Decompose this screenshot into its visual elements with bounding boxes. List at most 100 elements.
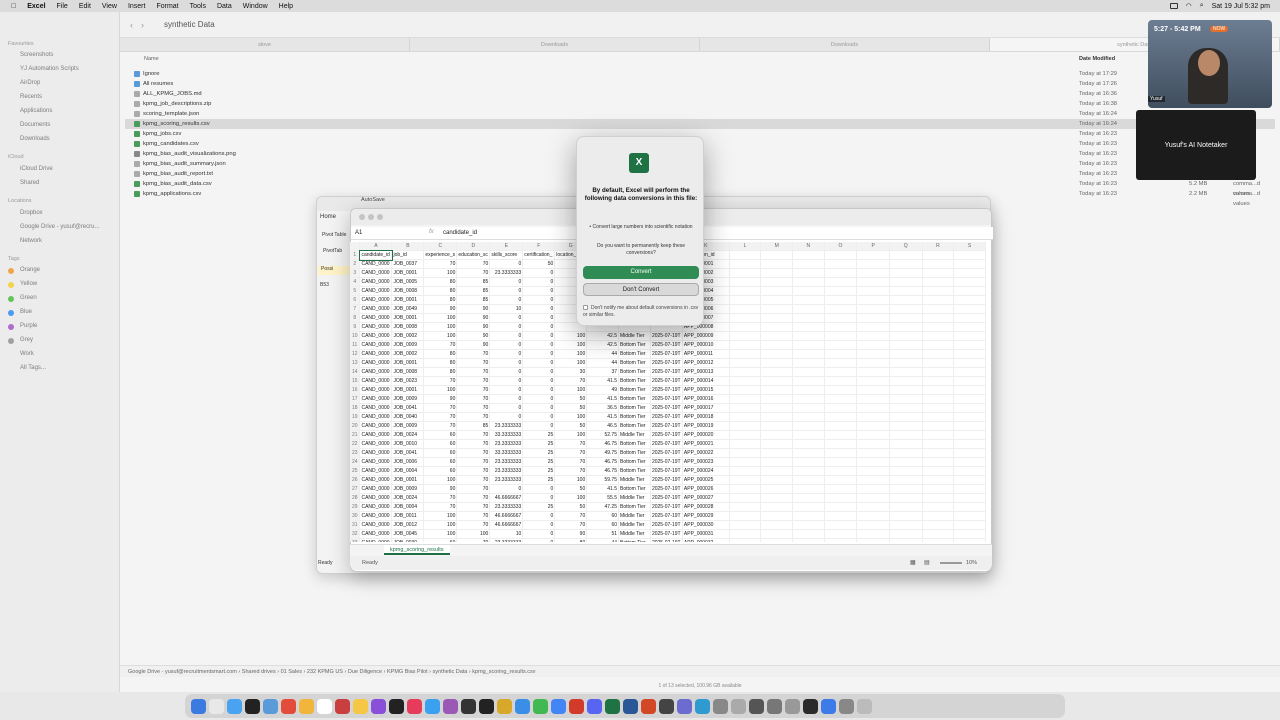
grid-cell[interactable] bbox=[922, 529, 955, 539]
dock-app-icon[interactable] bbox=[533, 698, 548, 714]
grid-cell[interactable] bbox=[856, 448, 890, 458]
dock-app-icon[interactable] bbox=[317, 698, 332, 714]
grid-cell[interactable]: 70 bbox=[456, 502, 491, 512]
column-letter[interactable]: S bbox=[953, 242, 986, 251]
grid-cell[interactable] bbox=[729, 394, 762, 404]
grid-cell[interactable] bbox=[824, 457, 858, 467]
wifi-icon[interactable]: ◠ bbox=[1186, 2, 1192, 10]
grid-cell[interactable] bbox=[760, 376, 794, 386]
grid-cell[interactable]: 70 bbox=[456, 493, 491, 503]
row-number[interactable]: 7 bbox=[350, 304, 361, 314]
grid-cell[interactable] bbox=[792, 295, 825, 305]
grid-cell[interactable] bbox=[760, 259, 794, 269]
grid-cell[interactable] bbox=[824, 484, 858, 494]
grid-cell[interactable]: JOB_0037 bbox=[391, 259, 425, 269]
grid-cell[interactable] bbox=[792, 466, 825, 476]
file-row[interactable]: All resumes Today at 17:26 bbox=[125, 79, 1275, 89]
sidebar-item-network[interactable]: Network bbox=[20, 238, 42, 244]
grid-cell[interactable]: 70 bbox=[456, 349, 491, 359]
grid-cell[interactable]: 90 bbox=[456, 313, 491, 323]
grid-cell[interactable]: Bottom Tier bbox=[618, 358, 651, 368]
grid-cell[interactable] bbox=[953, 538, 986, 542]
grid-cell[interactable]: CAND_0000 bbox=[359, 304, 393, 314]
grid-cell[interactable]: 85 bbox=[456, 286, 491, 296]
grid-cell[interactable] bbox=[824, 322, 858, 332]
grid-cell[interactable] bbox=[792, 520, 825, 530]
grid-cell[interactable]: 80 bbox=[423, 367, 458, 377]
grid-cell[interactable]: 90 bbox=[456, 331, 491, 341]
menu-window[interactable]: Window bbox=[243, 3, 268, 10]
grid-cell[interactable]: 0 bbox=[522, 286, 556, 296]
grid-cell[interactable]: 49.75 bbox=[586, 448, 619, 458]
grid-cell[interactable]: 80 bbox=[554, 538, 588, 542]
grid-cell[interactable] bbox=[824, 502, 858, 512]
apple-icon[interactable]:  bbox=[11, 3, 16, 10]
grid-cell[interactable]: JOB_0002 bbox=[391, 331, 425, 341]
sidebar-tag-green[interactable]: Green bbox=[20, 295, 37, 301]
grid-cell[interactable]: 2025-07-19T bbox=[650, 529, 683, 539]
grid-cell[interactable]: 25 bbox=[522, 457, 556, 467]
grid-cell[interactable]: 100 bbox=[423, 520, 458, 530]
grid-cell[interactable] bbox=[760, 412, 794, 422]
grid-cell[interactable] bbox=[922, 340, 955, 350]
grid-cell[interactable]: JOB_0008 bbox=[391, 367, 425, 377]
grid-cell[interactable] bbox=[760, 511, 794, 521]
grid-cell[interactable]: 23.3333333 bbox=[489, 439, 524, 449]
grid-cell[interactable] bbox=[889, 466, 923, 476]
row-number[interactable]: 21 bbox=[350, 430, 361, 440]
grid-cell[interactable] bbox=[729, 448, 762, 458]
grid-cell[interactable]: APP_000017 bbox=[682, 403, 730, 413]
grid-cell[interactable]: JOB_0001 bbox=[391, 475, 425, 485]
row-number[interactable]: 16 bbox=[350, 385, 361, 395]
grid-cell[interactable]: Bottom Tier bbox=[618, 349, 651, 359]
column-letter[interactable]: L bbox=[729, 242, 762, 251]
grid-cell[interactable]: JOB_0004 bbox=[391, 466, 425, 476]
grid-cell[interactable]: CAND_0000 bbox=[359, 259, 393, 269]
grid-cell[interactable] bbox=[792, 412, 825, 422]
column-name[interactable]: Name bbox=[144, 56, 159, 62]
dock-app-icon[interactable] bbox=[695, 698, 710, 714]
grid-cell[interactable]: 46.75 bbox=[586, 439, 619, 449]
grid-cell[interactable]: 2025-07-19T bbox=[650, 367, 683, 377]
grid-cell[interactable]: JOB_0006 bbox=[391, 457, 425, 467]
grid-cell[interactable]: CAND_0000 bbox=[359, 466, 393, 476]
grid-cell[interactable] bbox=[792, 358, 825, 368]
grid-cell[interactable]: 70 bbox=[554, 439, 588, 449]
grid-cell[interactable]: APP_000028 bbox=[682, 502, 730, 512]
row-number[interactable]: 4 bbox=[350, 277, 361, 287]
column-date-modified[interactable]: Date Modified bbox=[1079, 56, 1115, 62]
grid-cell[interactable] bbox=[953, 358, 986, 368]
grid-cell[interactable]: 2025-07-19T bbox=[650, 421, 683, 431]
sidebar-item-airdrop[interactable]: AirDrop bbox=[20, 80, 40, 86]
grid-cell[interactable] bbox=[824, 538, 858, 542]
dock-app-icon[interactable] bbox=[371, 698, 386, 714]
grid-cell[interactable]: 52.75 bbox=[586, 430, 619, 440]
row-number[interactable]: 1 bbox=[350, 250, 361, 260]
grid-cell[interactable]: 41.5 bbox=[586, 376, 619, 386]
grid-cell[interactable] bbox=[729, 322, 762, 332]
grid-cell[interactable]: APP_000023 bbox=[682, 457, 730, 467]
grid-cell[interactable] bbox=[922, 322, 955, 332]
dock-app-icon[interactable] bbox=[587, 698, 602, 714]
grid-cell[interactable] bbox=[953, 286, 986, 296]
grid-cell[interactable] bbox=[856, 502, 890, 512]
grid-cell[interactable] bbox=[922, 367, 955, 377]
grid-cell[interactable]: 70 bbox=[554, 457, 588, 467]
grid-cell[interactable]: APP_000019 bbox=[682, 421, 730, 431]
grid-cell[interactable]: 23.3333333 bbox=[489, 457, 524, 467]
grid-cell[interactable] bbox=[792, 349, 825, 359]
grid-cell[interactable]: 70 bbox=[423, 376, 458, 386]
grid-cell[interactable]: CAND_0000 bbox=[359, 331, 393, 341]
grid-cell[interactable] bbox=[889, 403, 923, 413]
grid-cell[interactable] bbox=[729, 511, 762, 521]
grid-cell[interactable]: 70 bbox=[456, 448, 491, 458]
grid-cell[interactable]: 80 bbox=[423, 349, 458, 359]
grid-cell[interactable] bbox=[856, 403, 890, 413]
grid-cell[interactable]: 60 bbox=[423, 457, 458, 467]
grid-cell[interactable] bbox=[953, 295, 986, 305]
grid-cell[interactable] bbox=[889, 304, 923, 314]
finder-back-forward[interactable]: ‹› bbox=[130, 20, 152, 30]
grid-cell[interactable]: 42.5 bbox=[586, 340, 619, 350]
row-number[interactable]: 13 bbox=[350, 358, 361, 368]
grid-cell[interactable] bbox=[824, 448, 858, 458]
